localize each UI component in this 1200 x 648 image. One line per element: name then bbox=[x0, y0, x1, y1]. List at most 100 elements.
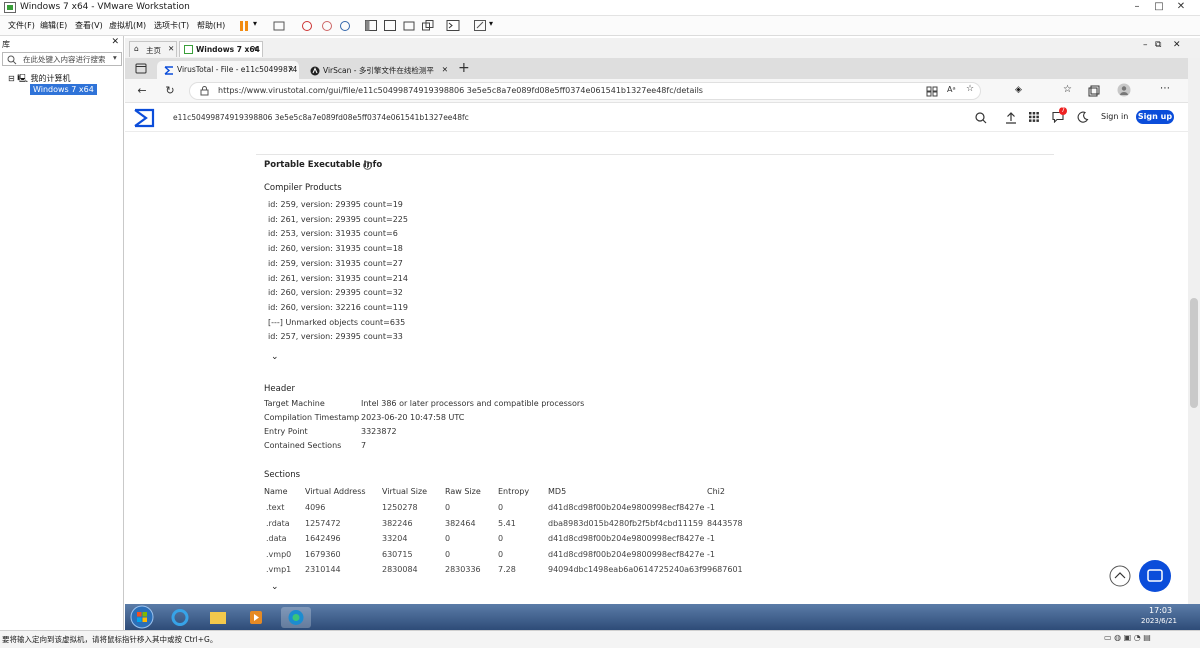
profile-avatar-icon[interactable] bbox=[1117, 83, 1131, 97]
snapshot-manager-icon[interactable] bbox=[338, 19, 352, 32]
guest-screen[interactable]: VirusTotal - File - e11c50499874 ✕ VirSc… bbox=[125, 58, 1188, 604]
fullscreen-icon[interactable] bbox=[402, 19, 416, 32]
tab-home[interactable]: ⌂ 主页 ✕ bbox=[129, 41, 177, 57]
file-explorer-icon[interactable] bbox=[203, 607, 233, 628]
favorites-icon[interactable]: ☆ bbox=[1063, 84, 1072, 95]
revert-snapshot-icon[interactable] bbox=[320, 19, 334, 32]
tab-windows7[interactable]: Windows 7 x64 ✕ bbox=[179, 41, 263, 57]
sections-cell: 8443578 bbox=[707, 518, 743, 528]
internet-explorer-icon[interactable] bbox=[165, 607, 195, 628]
stretch-dropdown-icon[interactable]: ▾ bbox=[489, 19, 493, 28]
stretch-icon[interactable] bbox=[473, 19, 487, 32]
sections-column-header[interactable]: Raw Size bbox=[445, 487, 481, 496]
pause-dropdown-icon[interactable]: ▾ bbox=[253, 19, 257, 28]
menu-edit[interactable]: 编辑(E) bbox=[40, 20, 67, 31]
sections-cell: .vmp1 bbox=[266, 565, 292, 574]
window-title: Windows 7 x64 - VMware Workstation bbox=[20, 2, 190, 12]
library-search-input[interactable]: 在此处键入内容进行搜索 ▾ bbox=[2, 52, 122, 66]
tab-home-label: 主页 bbox=[146, 46, 161, 55]
guest-close-icon[interactable]: ✕ bbox=[1173, 40, 1181, 50]
sections-column-header[interactable]: Virtual Address bbox=[305, 487, 366, 496]
minimize-button[interactable]: – bbox=[1128, 1, 1146, 12]
refresh-button[interactable]: ↻ bbox=[163, 84, 177, 98]
new-tab-button[interactable]: + bbox=[458, 60, 470, 76]
sections-cell: 0 bbox=[498, 534, 504, 543]
compiler-product-item: [---] Unmarked objects count=635 bbox=[268, 317, 406, 327]
media-player-icon[interactable] bbox=[241, 607, 271, 628]
sign-up-button[interactable]: Sign up bbox=[1136, 110, 1174, 124]
maximize-button[interactable]: □ bbox=[1150, 1, 1168, 12]
sign-in-link[interactable]: Sign in bbox=[1101, 112, 1128, 121]
library-view-icon[interactable] bbox=[364, 19, 378, 32]
console-icon[interactable] bbox=[446, 19, 460, 32]
virustotal-logo-icon[interactable] bbox=[133, 108, 155, 128]
start-button-icon[interactable] bbox=[130, 605, 154, 629]
sections-column-header[interactable]: MD5 bbox=[548, 487, 566, 496]
tab-close-icon[interactable]: ✕ bbox=[442, 65, 448, 74]
thumbnail-view-icon[interactable] bbox=[383, 19, 397, 32]
sections-column-header[interactable]: Entropy bbox=[498, 487, 529, 496]
search-icon[interactable] bbox=[975, 112, 987, 124]
guest-restore-icon[interactable]: ⧉ bbox=[1155, 40, 1161, 50]
dark-mode-icon[interactable] bbox=[1077, 111, 1089, 123]
address-bar[interactable]: https://www.virustotal.com/gui/file/e11c… bbox=[189, 82, 981, 100]
browser-tab-virscan[interactable]: VirScan - 多引擎文件在线检测平 ✕ bbox=[303, 61, 453, 79]
devices-icons[interactable]: ▭ ◍ ▣ ◔ ▤ bbox=[1104, 633, 1151, 642]
upload-icon[interactable] bbox=[1005, 111, 1017, 124]
menu-help[interactable]: 帮助(H) bbox=[197, 20, 225, 31]
apps-grid-icon[interactable] bbox=[1028, 111, 1040, 123]
tab-home-close-icon[interactable]: ✕ bbox=[168, 44, 174, 53]
tree-vm-windows7[interactable]: Windows 7 x64 bbox=[30, 84, 97, 95]
collections-icon[interactable] bbox=[1088, 85, 1100, 97]
expand-sections-icon[interactable]: ⌄ bbox=[271, 582, 279, 592]
chat-button-icon[interactable] bbox=[1139, 560, 1171, 592]
info-icon[interactable] bbox=[363, 161, 372, 170]
header-label: Compilation Timestamp bbox=[264, 413, 360, 422]
tab-windows7-close-icon[interactable]: ✕ bbox=[252, 44, 258, 53]
tab-actions-icon[interactable] bbox=[135, 63, 147, 74]
sections-cell: 1257472 bbox=[305, 518, 341, 528]
sections-cell: 0 bbox=[498, 503, 504, 512]
search-hash-input[interactable]: e11c50499874919398806 3e5e5c8a7e089fd08e… bbox=[173, 113, 469, 122]
search-dropdown-icon[interactable]: ▾ bbox=[113, 53, 117, 62]
send-keys-icon[interactable] bbox=[272, 19, 286, 32]
read-aloud-icon[interactable]: Aᵃ bbox=[947, 85, 956, 94]
close-window-button[interactable]: ✕ bbox=[1172, 1, 1190, 12]
section-divider bbox=[256, 154, 1054, 155]
sections-cell: .rdata bbox=[266, 518, 290, 528]
browser-scrollbar[interactable] bbox=[1188, 58, 1200, 604]
sections-cell: 630715 bbox=[382, 549, 413, 559]
sections-column-header[interactable]: Chi2 bbox=[707, 487, 725, 496]
sections-column-header[interactable]: Name bbox=[264, 487, 288, 496]
header-label: Entry Point bbox=[264, 427, 308, 436]
app-available-icon[interactable] bbox=[926, 86, 938, 97]
sections-cell: 382464 bbox=[445, 518, 476, 528]
favorites-add-icon[interactable]: ☆ bbox=[966, 84, 974, 94]
browser-tab-virustotal[interactable]: VirusTotal - File - e11c50499874 ✕ bbox=[157, 61, 299, 79]
browser-tab-virustotal-label: VirusTotal - File - e11c50499874 bbox=[177, 65, 298, 74]
snapshot-icon[interactable] bbox=[300, 19, 314, 32]
more-menu-icon[interactable]: ⋯ bbox=[1160, 83, 1170, 94]
vmware-menubar: 文件(F) 编辑(E) 查看(V) 虚拟机(M) 选项卡(T) 帮助(H) ▾ … bbox=[0, 16, 1200, 36]
menu-file[interactable]: 文件(F) bbox=[8, 20, 35, 31]
tree-root-label: 我的计算机 bbox=[30, 74, 71, 83]
library-close-icon[interactable]: ✕ bbox=[111, 37, 119, 47]
tab-close-icon[interactable]: ✕ bbox=[288, 65, 294, 74]
scrollbar-thumb[interactable] bbox=[1190, 298, 1198, 408]
scroll-top-icon[interactable] bbox=[1109, 565, 1131, 587]
vmware-title-bar: Windows 7 x64 - VMware Workstation – □ ✕ bbox=[0, 0, 1200, 16]
back-button[interactable]: ← bbox=[135, 84, 149, 98]
menu-tabs[interactable]: 选项卡(T) bbox=[154, 20, 189, 31]
unity-icon[interactable] bbox=[421, 19, 435, 32]
expand-compiler-icon[interactable]: ⌄ bbox=[271, 352, 279, 362]
guest-minimize-icon[interactable]: – bbox=[1143, 40, 1148, 50]
shield-icon[interactable]: ◈ bbox=[1015, 85, 1022, 95]
edge-browser-icon[interactable] bbox=[281, 607, 311, 628]
sections-column-header[interactable]: Virtual Size bbox=[382, 487, 427, 496]
menu-vm[interactable]: 虚拟机(M) bbox=[109, 20, 146, 31]
sections-title: Sections bbox=[264, 470, 301, 480]
menu-view[interactable]: 查看(V) bbox=[75, 20, 103, 31]
pause-icon[interactable] bbox=[238, 19, 252, 32]
collapse-icon[interactable]: ⊟ bbox=[8, 74, 15, 83]
search-icon bbox=[7, 55, 17, 65]
